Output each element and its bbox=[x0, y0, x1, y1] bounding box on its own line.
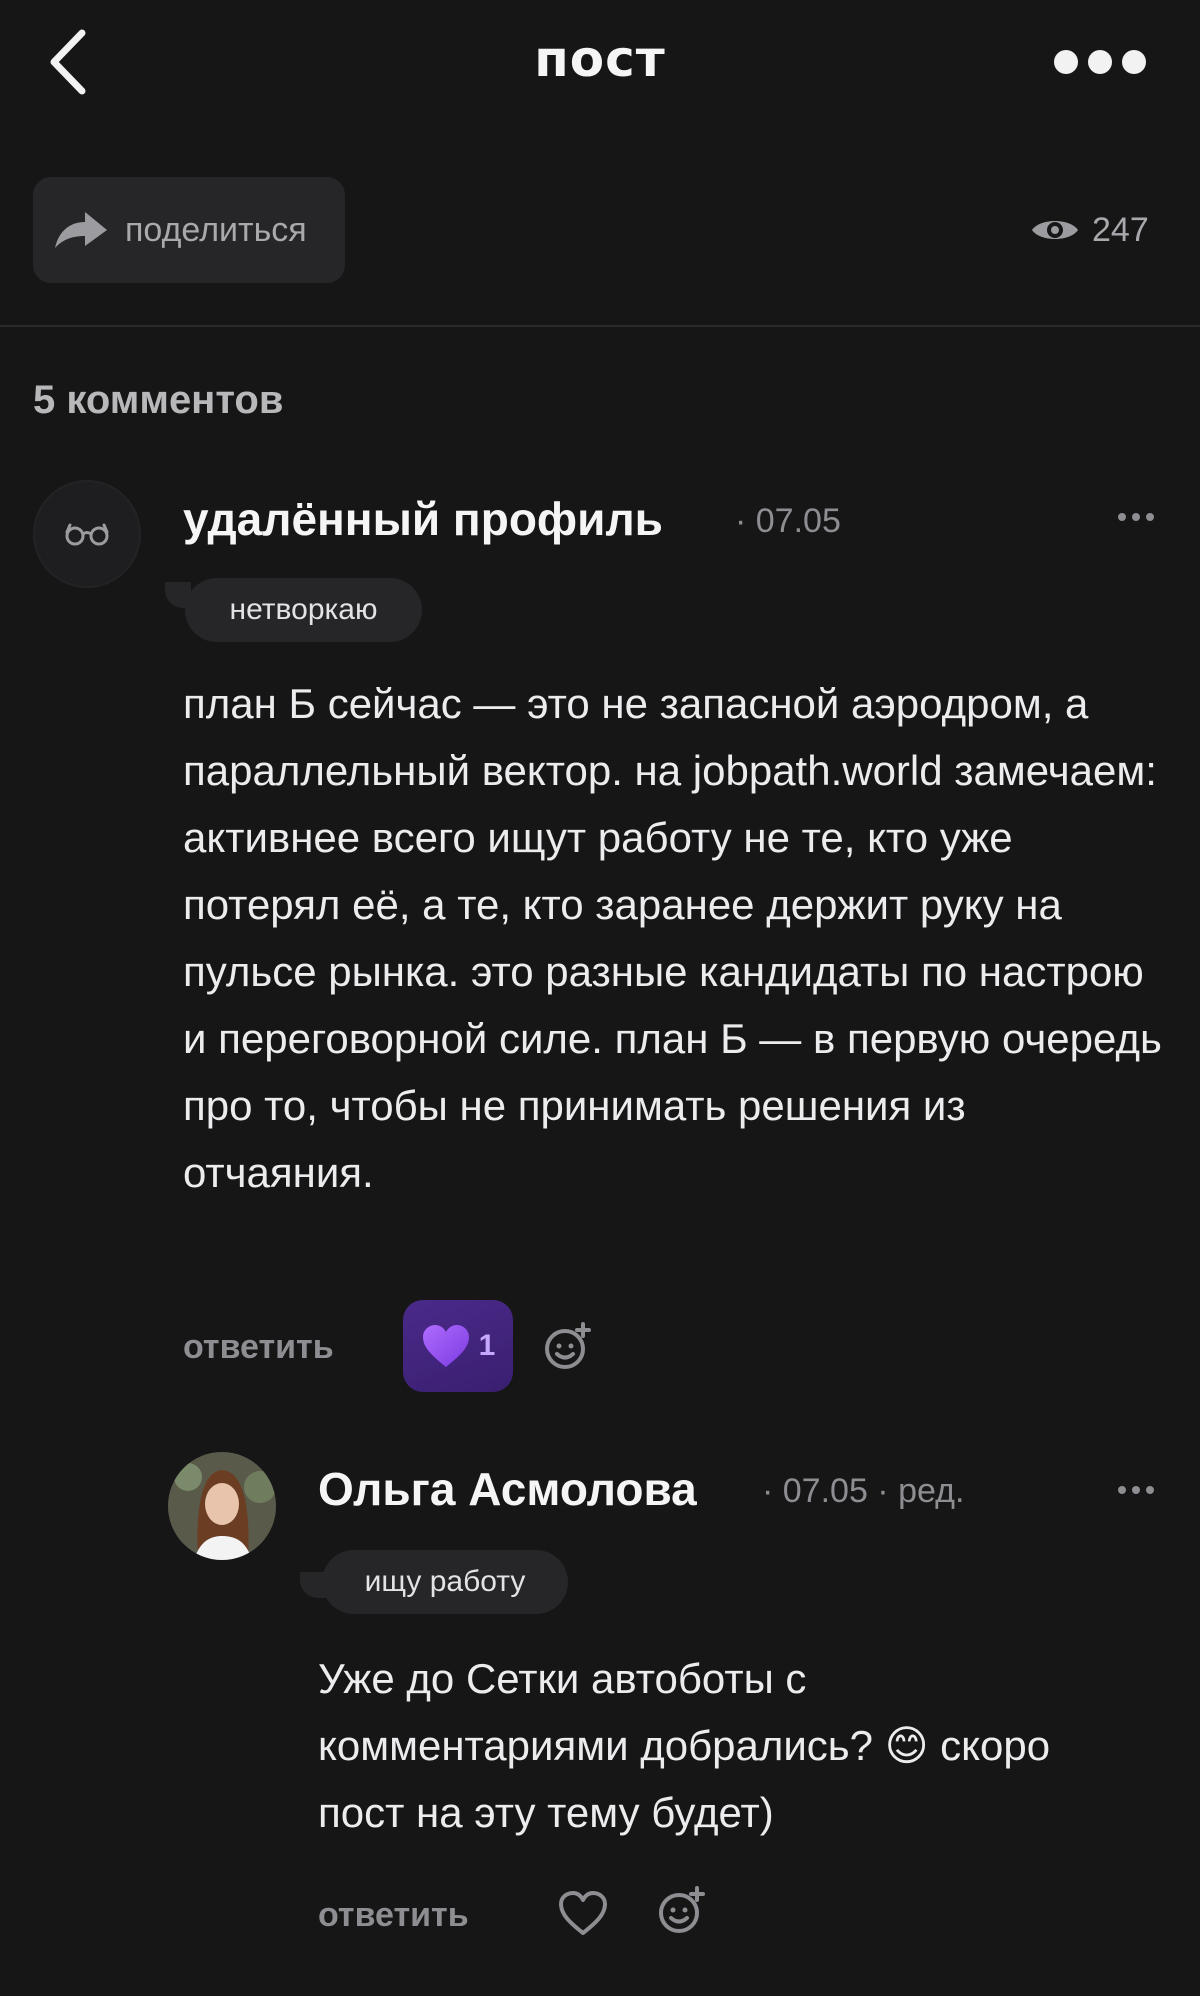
comment-menu-button[interactable] bbox=[1118, 507, 1154, 527]
views-counter: 247 bbox=[1030, 205, 1149, 255]
status-tag: нетворкаю bbox=[185, 578, 422, 642]
dot-icon bbox=[1146, 513, 1154, 521]
comments-count: 5 комментов bbox=[33, 378, 284, 422]
comment-menu-button[interactable] bbox=[1118, 1480, 1154, 1500]
add-emoji-icon bbox=[545, 1322, 591, 1369]
dot-icon bbox=[1132, 513, 1140, 521]
divider bbox=[0, 325, 1200, 327]
comment-meta: · 07.05 · ред. bbox=[762, 1472, 965, 1510]
share-label: поделиться bbox=[125, 210, 307, 249]
back-button[interactable] bbox=[38, 20, 98, 104]
dot-icon bbox=[1146, 1486, 1154, 1494]
avatar[interactable] bbox=[33, 480, 141, 588]
dot-icon bbox=[1132, 1486, 1140, 1494]
reaction-count: 1 bbox=[478, 1329, 496, 1362]
heart-outline-icon bbox=[559, 1891, 607, 1935]
reply-button[interactable]: ответить bbox=[183, 1328, 334, 1367]
purple-heart-icon bbox=[422, 1325, 469, 1367]
status-tag: ищу работу bbox=[322, 1550, 568, 1614]
user-photo bbox=[168, 1452, 276, 1560]
add-reaction-button[interactable] bbox=[657, 1886, 707, 1941]
dot-icon bbox=[1054, 50, 1078, 74]
avatar[interactable] bbox=[168, 1452, 276, 1560]
add-reaction-button[interactable] bbox=[543, 1322, 593, 1377]
comment-text: Уже до Сетки автоботы с комментариями до… bbox=[318, 1655, 1051, 1836]
reaction-heart-button[interactable]: 1 bbox=[403, 1300, 513, 1392]
page-title: пост bbox=[534, 30, 666, 88]
dot-icon bbox=[1118, 513, 1126, 521]
comment-author[interactable]: удалённый профиль bbox=[183, 492, 663, 546]
eye-icon bbox=[1032, 221, 1078, 239]
comment-text: план Б сейчас — это не запасной аэродром… bbox=[183, 680, 1162, 1196]
dot-icon bbox=[1122, 50, 1146, 74]
share-button[interactable]: поделиться bbox=[33, 177, 345, 283]
share-arrow-icon bbox=[55, 212, 107, 248]
reply-button[interactable]: ответить bbox=[318, 1896, 469, 1935]
like-button[interactable] bbox=[557, 1889, 609, 1942]
glasses-icon bbox=[65, 523, 109, 546]
chevron-left-icon bbox=[50, 29, 86, 95]
more-options-button[interactable] bbox=[1040, 42, 1160, 82]
dot-icon bbox=[1088, 50, 1112, 74]
views-count: 247 bbox=[1092, 210, 1149, 249]
comment-author[interactable]: Ольга Асмолова bbox=[318, 1462, 697, 1516]
dot-icon bbox=[1118, 1486, 1126, 1494]
comment-meta: · 07.05 bbox=[735, 502, 841, 540]
add-emoji-icon bbox=[659, 1886, 705, 1933]
